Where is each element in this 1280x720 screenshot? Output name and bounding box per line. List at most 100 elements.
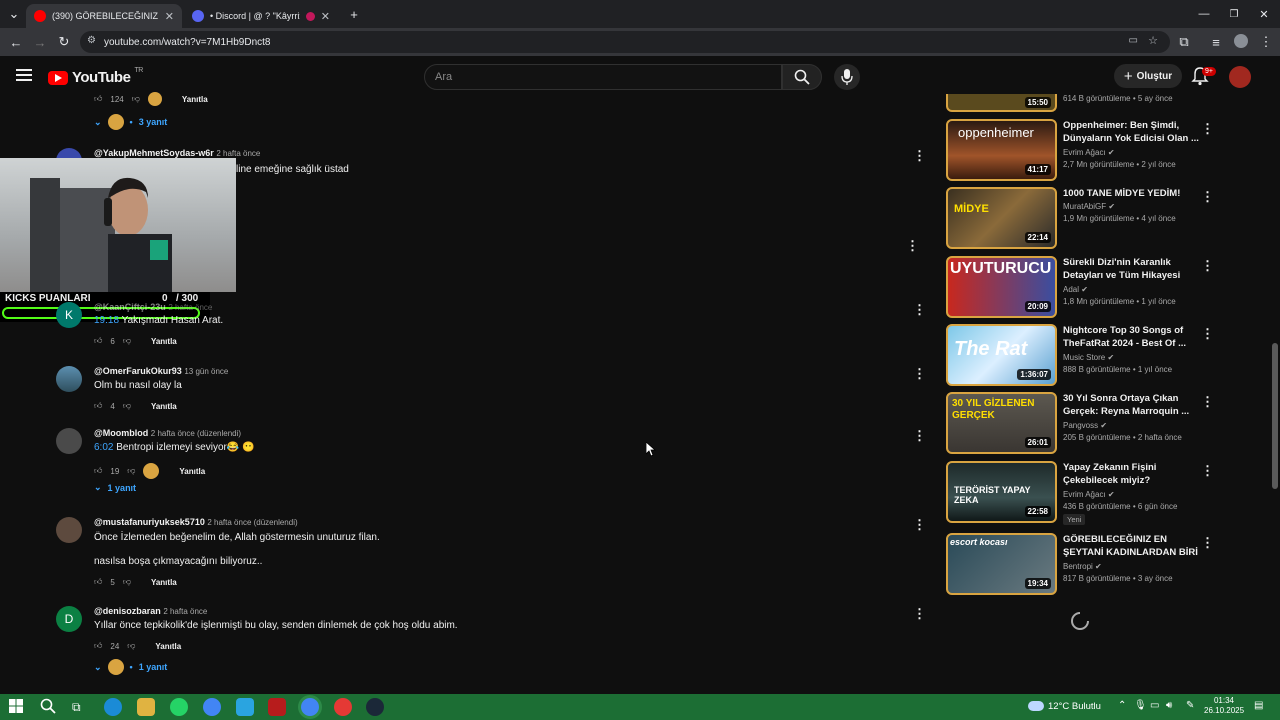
- more-options-icon[interactable]: ⋮: [1201, 189, 1214, 205]
- video-thumbnail[interactable]: MİDYE 22:14: [946, 187, 1057, 249]
- video-thumbnail[interactable]: TERÖRİST YAPAY ZEKA 22:58: [946, 461, 1057, 523]
- weather-cloud-icon[interactable]: [1028, 701, 1044, 711]
- network-icon[interactable]: ▭: [1150, 700, 1159, 711]
- recommended-video[interactable]: MİDYE 22:14 1000 TANE MİDYE YEDİM! Murat…: [946, 187, 1236, 249]
- volume-icon[interactable]: 🔊︎: [1166, 700, 1172, 711]
- comment-time[interactable]: 2 hafta önce: [163, 607, 207, 616]
- obs-icon[interactable]: [334, 698, 352, 716]
- bookmark-star-icon[interactable]: ☆: [1148, 34, 1158, 47]
- video-thumbnail[interactable]: UYUTURUCU 20:09: [946, 256, 1057, 318]
- back-icon[interactable]: ←: [4, 30, 28, 54]
- commenter-avatar[interactable]: [56, 428, 82, 454]
- weather-text[interactable]: 12°C Bulutlu: [1048, 701, 1101, 712]
- chrome-active-icon[interactable]: [301, 698, 319, 716]
- video-title[interactable]: Nightcore Top 30 Songs of TheFatRat 2024…: [1063, 324, 1203, 350]
- commenter-avatar[interactable]: [56, 517, 82, 543]
- dislike-icon[interactable]: 👎︎: [127, 466, 135, 476]
- edge-icon[interactable]: [104, 698, 122, 716]
- telegram-icon[interactable]: [236, 698, 254, 716]
- reply-button[interactable]: Yanıtla: [179, 467, 205, 476]
- channel-name[interactable]: Adal: [1063, 285, 1079, 294]
- steam-icon[interactable]: [366, 698, 384, 716]
- create-button[interactable]: + Oluştur: [1114, 64, 1182, 88]
- media-icon[interactable]: ≡: [1204, 30, 1228, 54]
- dislike-icon[interactable]: 👎︎: [123, 336, 131, 346]
- reply-button[interactable]: Yanıtla: [151, 402, 177, 411]
- comment-author[interactable]: @mustafanuriyuksek5710: [94, 517, 205, 527]
- microphone-tray-icon[interactable]: 🎙︎: [1134, 700, 1147, 711]
- recommended-video[interactable]: oppenheimer 41:17 Oppenheimer: Ben Şimdi…: [946, 119, 1236, 181]
- notification-center-icon[interactable]: ▤: [1254, 700, 1263, 711]
- more-options-icon[interactable]: ⋮: [1201, 463, 1214, 479]
- reply-button[interactable]: Yanıtla: [151, 337, 177, 346]
- like-icon[interactable]: 👍︎: [94, 94, 102, 104]
- comment-time[interactable]: 2 hafta önce (düzenlendi): [207, 518, 297, 527]
- comment-author[interactable]: @YakupMehmetSoydas-w6r: [94, 148, 214, 158]
- commenter-avatar[interactable]: K: [56, 302, 82, 328]
- more-options-icon[interactable]: ⋮: [1201, 326, 1214, 342]
- more-options-icon[interactable]: ⋮: [913, 517, 926, 533]
- reload-icon[interactable]: ↻: [52, 30, 76, 54]
- close-tab-icon[interactable]: ✕: [321, 10, 330, 23]
- video-title[interactable]: 30 Yıl Sonra Ortaya Çıkan Gerçek: Reyna …: [1063, 392, 1203, 418]
- reply-button[interactable]: Yanıtla: [182, 95, 208, 104]
- channel-name[interactable]: Music Store: [1063, 353, 1105, 362]
- extensions-icon[interactable]: ⧉: [1172, 30, 1196, 54]
- reply-button[interactable]: Yanıtla: [151, 578, 177, 587]
- youtube-logo[interactable]: YouTube TR: [48, 67, 143, 86]
- dislike-icon[interactable]: 👎︎: [132, 94, 140, 104]
- clock[interactable]: 01:34 26.10.2025: [1204, 696, 1244, 716]
- channel-name[interactable]: Bentropi: [1063, 562, 1093, 571]
- hamburger-menu-icon[interactable]: [16, 69, 32, 81]
- recommended-video[interactable]: escort kocası 19:34 GÖREBILECEĞINIZ EN Ş…: [946, 533, 1236, 595]
- account-avatar[interactable]: [1229, 66, 1251, 88]
- video-thumbnail[interactable]: escort kocası 19:34: [946, 533, 1057, 595]
- more-options-icon[interactable]: ⋮: [1201, 121, 1214, 137]
- more-options-icon[interactable]: ⋮: [906, 238, 919, 254]
- more-options-icon[interactable]: ⋮: [913, 366, 926, 382]
- video-title[interactable]: 1000 TANE MİDYE YEDİM!: [1063, 187, 1203, 200]
- video-title[interactable]: Oppenheimer: Ben Şimdi, Dünyaların Yok E…: [1063, 119, 1203, 145]
- tab-search-icon[interactable]: ⌄: [2, 2, 26, 26]
- recommended-video[interactable]: UYUTURUCU 20:09 Sürekli Dizi'nin Karanlı…: [946, 256, 1236, 318]
- tray-chevron-icon[interactable]: ⌃: [1118, 700, 1126, 711]
- tab-discord[interactable]: • Discord | @ ? "Kâyrrix" ✕: [184, 4, 338, 28]
- like-icon[interactable]: 👍︎: [94, 577, 102, 587]
- profile-avatar-icon[interactable]: [1234, 34, 1248, 48]
- like-icon[interactable]: 👍︎: [94, 466, 102, 476]
- taskbar-search-icon[interactable]: [40, 698, 56, 714]
- new-tab-button[interactable]: +: [342, 2, 366, 26]
- more-options-icon[interactable]: ⋮: [1201, 535, 1214, 551]
- comment-author[interactable]: @Moomblod: [94, 428, 148, 438]
- close-window-button[interactable]: ✕: [1252, 2, 1276, 26]
- video-title[interactable]: Sürekli Dizi'nin Karanlık Detayları ve T…: [1063, 256, 1203, 282]
- dislike-icon[interactable]: 👎︎: [123, 401, 131, 411]
- recommended-video[interactable]: The Rat 1:36:07 Nightcore Top 30 Songs o…: [946, 324, 1236, 386]
- channel-name[interactable]: MuratAbiGF: [1063, 202, 1106, 211]
- channel-name[interactable]: Pangvoss: [1063, 421, 1098, 430]
- recommended-video[interactable]: 30 YIL GİZLENEN GERÇEK 26:01 30 Yıl Sonr…: [946, 392, 1236, 454]
- close-tab-icon[interactable]: ✕: [165, 10, 174, 23]
- chrome-icon[interactable]: [203, 698, 221, 716]
- more-options-icon[interactable]: ⋮: [1201, 394, 1214, 410]
- minimize-button[interactable]: —: [1192, 2, 1216, 26]
- like-icon[interactable]: 👍︎: [94, 641, 102, 651]
- channel-name[interactable]: Evrim Ağacı: [1063, 490, 1106, 499]
- video-title[interactable]: Yapay Zekanın Fişini Çekebilecek miyiz?: [1063, 461, 1203, 487]
- voice-search-button[interactable]: [834, 64, 860, 90]
- video-thumbnail[interactable]: 15:50: [946, 94, 1057, 112]
- video-thumbnail[interactable]: oppenheimer 41:17: [946, 119, 1057, 181]
- recommended-video[interactable]: 15:50 614 B görüntüleme • 5 ay önce: [946, 94, 1236, 112]
- comment-author[interactable]: @OmerFarukOkur93: [94, 366, 182, 376]
- commenter-avatar[interactable]: D: [56, 606, 82, 632]
- task-view-icon[interactable]: ⧉: [72, 700, 81, 715]
- video-thumbnail[interactable]: The Rat 1:36:07: [946, 324, 1057, 386]
- search-input[interactable]: Ara: [424, 64, 782, 90]
- comment-time[interactable]: 2 hafta önce: [216, 149, 260, 158]
- pomodoro-app-icon[interactable]: [268, 698, 286, 716]
- view-replies-button[interactable]: ⌄ • 3 yanıt: [94, 114, 208, 130]
- like-icon[interactable]: 👍︎: [94, 336, 102, 346]
- view-replies-button[interactable]: ⌄ 1 yanıt: [94, 482, 136, 493]
- search-button[interactable]: [782, 64, 822, 90]
- site-info-icon[interactable]: ⚙: [87, 35, 96, 46]
